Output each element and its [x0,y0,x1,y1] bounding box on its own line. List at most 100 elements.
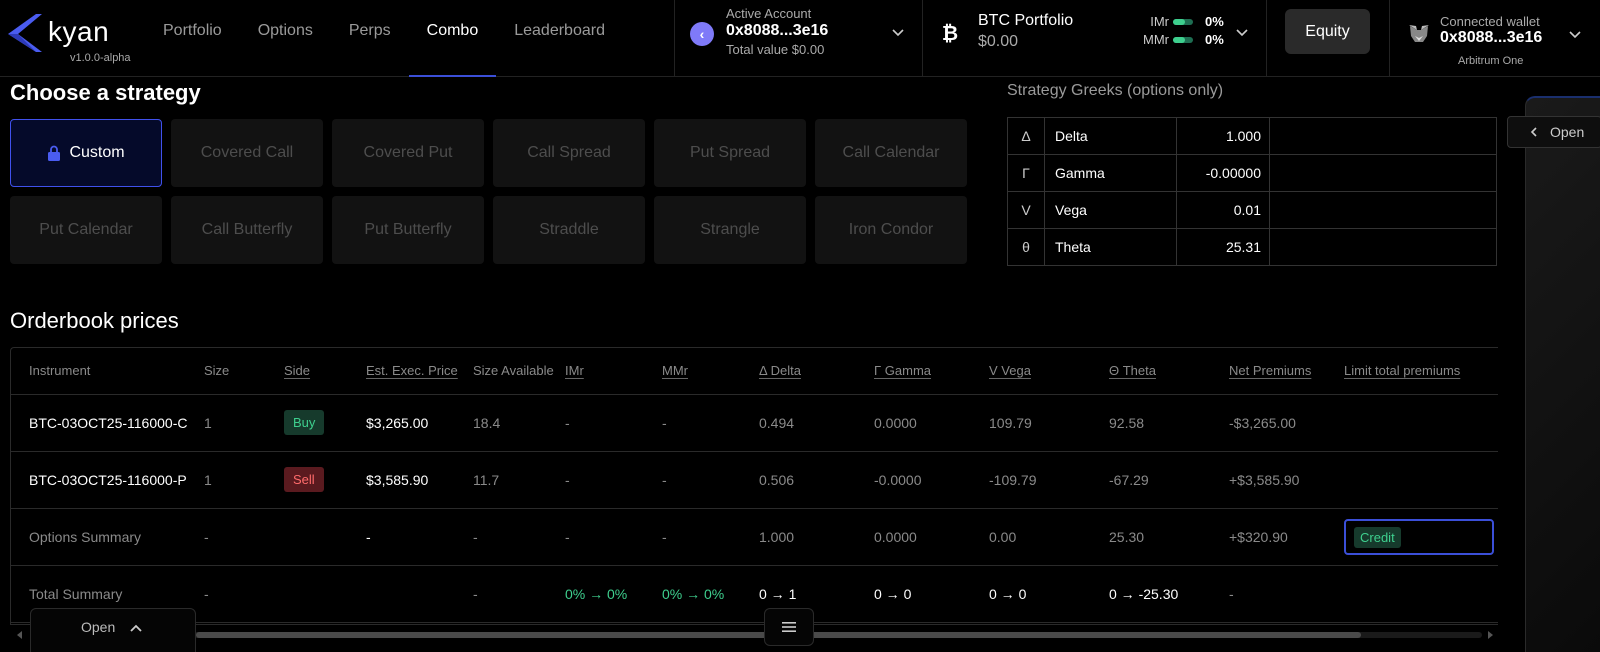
cell-limit-total [1344,451,1498,509]
side-panel [1525,96,1600,652]
header-divider [1389,0,1390,77]
col-vega[interactable]: V Vega [989,348,1109,395]
cell-mmr: - [662,451,759,509]
strategy-custom[interactable]: Custom [10,119,162,187]
cell-vega: 109.79 [989,394,1109,452]
metamask-fox-icon [1409,25,1429,42]
col-gamma[interactable]: Γ Gamma [874,348,989,395]
cell-limit-total [1344,394,1498,452]
cell-net-premiums: +$320.90 [1229,508,1344,566]
cell-summary-label: Options Summary [11,508,204,566]
connected-wallet-selector[interactable]: Connected wallet 0x8088...3e16 Arbitrum … [1408,6,1598,71]
table-row: BTC-03OCT25-116000-C 1 Buy $3,265.00 18.… [11,394,1498,452]
limit-total-premiums-input[interactable]: Credit [1344,518,1494,555]
active-account-selector[interactable]: ‹ Active Account 0x8088...3e16 Total val… [690,6,920,66]
horizontal-scrollbar[interactable] [16,630,1496,640]
col-exec-price[interactable]: Est. Exec. Price [366,348,473,395]
greek-name: Gamma [1044,154,1177,192]
col-delta[interactable]: Δ Delta [759,348,874,395]
strategy-call-butterfly[interactable]: Call Butterfly [171,196,323,264]
nav-options[interactable]: Options [240,0,331,77]
greeks-table: Δ Delta 1.000 Γ Gamma -0.00000 V Vega 0.… [1007,117,1497,266]
strategy-put-butterfly[interactable]: Put Butterfly [332,196,484,264]
nav-perps[interactable]: Perps [331,0,409,77]
col-mmr[interactable]: MMr [662,348,759,395]
open-side-panel-button[interactable]: Open [1507,116,1600,148]
col-net-premiums[interactable]: Net Premiums [1229,348,1344,395]
strategy-covered-put[interactable]: Covered Put [332,119,484,187]
top-header: kyan v1.0.0-alpha Portfolio Options Perp… [0,0,1600,77]
account-avatar-icon: ‹ [690,22,714,46]
cell-limit-total: Credit [1344,508,1498,566]
col-side[interactable]: Side [284,348,366,395]
strategy-strangle[interactable]: Strangle [654,196,806,264]
cell-size: 1 [204,451,284,509]
scroll-right-icon[interactable] [1486,631,1494,639]
strategy-section-title: Choose a strategy [10,80,201,105]
imr-bar [1173,18,1193,25]
btc-portfolio-value: $0.00 [978,33,1019,50]
cell-size: 1 [204,394,284,452]
btc-portfolio-selector[interactable]: ₿ BTC Portfolio $0.00 IMr 0% MMr 0% [938,6,1248,66]
cell-instrument: BTC-03OCT25-116000-C [11,394,204,452]
side-buy-badge[interactable]: Buy [284,410,325,435]
brand-logo[interactable]: kyan v1.0.0-alpha [6,10,136,70]
greeks-row-vega: V Vega 0.01 [1007,191,1497,229]
header-divider [1266,0,1267,77]
cell-vega: 0 → 0 [989,565,1109,623]
chevron-left-icon [1530,127,1537,137]
header-divider [922,0,923,77]
strategy-iron-condor[interactable]: Iron Condor [815,196,967,264]
cell-exec-price: $3,585.90 [366,451,473,509]
cell-theta: 92.58 [1109,394,1229,452]
strategy-covered-call[interactable]: Covered Call [171,119,323,187]
chevron-down-icon [1569,31,1581,39]
orderbook-table-container[interactable]: Instrument Size Side Est. Exec. Price Si… [10,347,1498,625]
col-imr[interactable]: IMr [565,348,662,395]
chevron-down-icon [892,29,904,37]
open-bottom-panel-button[interactable]: Open [30,608,196,652]
cell-size: - [204,565,284,623]
theta-icon: θ [1007,228,1045,266]
nav-portfolio[interactable]: Portfolio [145,0,240,77]
col-limit-total[interactable]: Limit total premiums [1344,348,1498,395]
cell-imr: - [565,451,662,509]
options-summary-row: Options Summary - - - - - 1.000 0.0000 0… [11,508,1498,566]
nav-combo[interactable]: Combo [408,0,497,77]
cell-delta: 0.506 [759,451,874,509]
cell-exec-price [366,565,473,623]
cell-exec-price: - [366,508,473,566]
strategy-straddle[interactable]: Straddle [493,196,645,264]
side-sell-badge[interactable]: Sell [284,467,324,492]
cell-gamma: 0 → 0 [874,565,989,623]
mmr-bar [1173,36,1193,43]
greek-extra [1269,191,1497,229]
menu-toggle-button[interactable] [764,608,814,646]
cell-size: - [204,508,284,566]
cell-instrument: BTC-03OCT25-116000-P [11,451,204,509]
cell-mmr: - [662,508,759,566]
col-theta[interactable]: Θ Theta [1109,348,1229,395]
cell-delta: 1.000 [759,508,874,566]
strategy-call-calendar[interactable]: Call Calendar [815,119,967,187]
greek-value: -0.00000 [1176,154,1270,192]
greek-value: 0.01 [1176,191,1270,229]
cell-vega: -109.79 [989,451,1109,509]
credit-badge: Credit [1354,526,1401,548]
greek-name: Delta [1044,117,1177,155]
strategy-call-spread[interactable]: Call Spread [493,119,645,187]
equity-button[interactable]: Equity [1285,9,1370,54]
strategy-put-calendar[interactable]: Put Calendar [10,196,162,264]
wallet-label: Connected wallet [1440,14,1540,29]
scroll-left-icon[interactable] [16,631,24,639]
greeks-section-title: Strategy Greeks (options only) [1007,82,1224,99]
greek-name: Theta [1044,228,1177,266]
strategy-put-spread[interactable]: Put Spread [654,119,806,187]
app-root: kyan v1.0.0-alpha Portfolio Options Perp… [0,0,1600,652]
nav-leaderboard[interactable]: Leaderboard [496,0,623,77]
col-size-available: Size Available [473,348,565,395]
cell-net-premiums: - [1229,565,1344,623]
greek-value: 25.31 [1176,228,1270,266]
cell-net-premiums: -$3,265.00 [1229,394,1344,452]
col-size: Size [204,348,284,395]
